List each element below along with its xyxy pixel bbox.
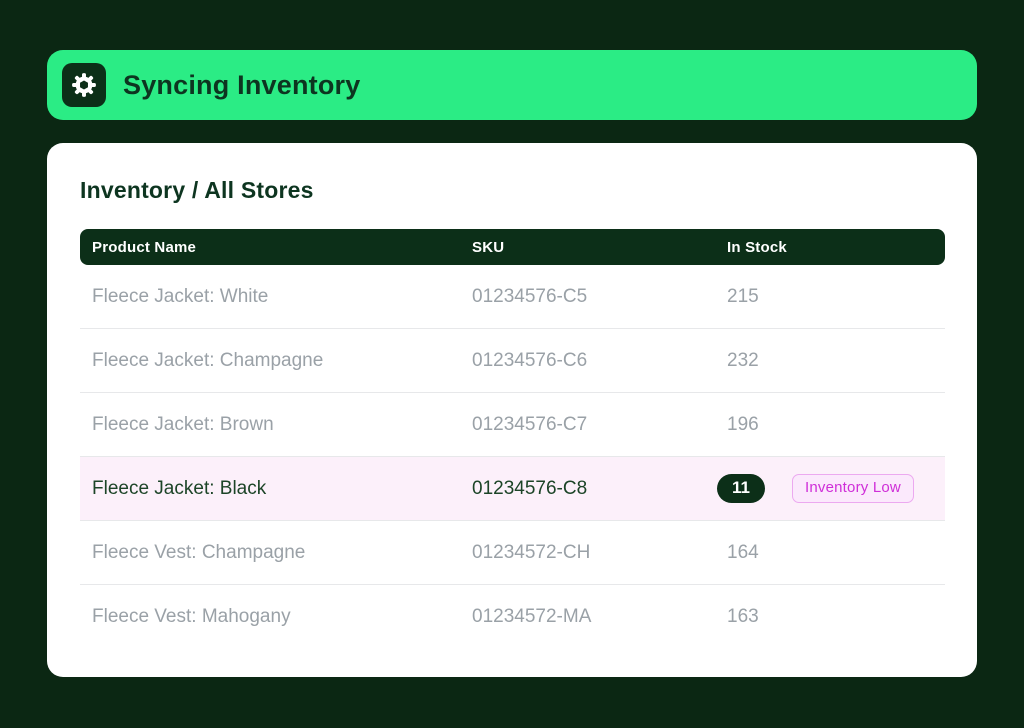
table-row[interactable]: Fleece Jacket: White 01234576-C5 215	[80, 265, 945, 329]
stock-value: 11	[717, 474, 765, 502]
sku-cell: 01234576-C6	[472, 350, 727, 372]
page-title: Inventory / All Stores	[80, 177, 945, 204]
table-row[interactable]: Fleece Jacket: Brown 01234576-C7 196	[80, 393, 945, 457]
sku-cell: 01234572-MA	[472, 606, 727, 628]
product-name-cell: Fleece Vest: Mahogany	[80, 606, 472, 628]
column-header-sku: SKU	[472, 239, 727, 256]
inventory-card: Inventory / All Stores Product Name SKU …	[47, 143, 977, 677]
page-background: Syncing Inventory Inventory / All Stores…	[0, 0, 1024, 728]
table-row[interactable]: Fleece Jacket: Black 01234576-C8 11 Inve…	[80, 457, 945, 521]
stock-cell: 196	[727, 414, 945, 436]
sku-cell: 01234572-CH	[472, 542, 727, 564]
table-body: Fleece Jacket: White 01234576-C5 215 Fle…	[80, 265, 945, 649]
stock-cell: 164	[727, 542, 945, 564]
gear-icon	[62, 63, 106, 107]
product-name-cell: Fleece Jacket: Black	[80, 478, 472, 500]
stock-cell: 232	[727, 350, 945, 372]
stock-cell: 11 Inventory Low	[727, 474, 945, 504]
column-header-stock: In Stock	[727, 239, 945, 256]
inventory-low-badge: Inventory Low	[792, 474, 914, 504]
sku-cell: 01234576-C8	[472, 478, 727, 500]
stock-cell: 215	[727, 286, 945, 308]
stock-value: 215	[727, 286, 759, 308]
stock-value: 196	[727, 414, 759, 436]
product-name-cell: Fleece Jacket: White	[80, 286, 472, 308]
sync-banner: Syncing Inventory	[47, 50, 977, 120]
table-row[interactable]: Fleece Vest: Mahogany 01234572-MA 163	[80, 585, 945, 649]
product-name-cell: Fleece Jacket: Champagne	[80, 350, 472, 372]
banner-title: Syncing Inventory	[123, 70, 360, 101]
table-header: Product Name SKU In Stock	[80, 229, 945, 265]
inventory-table: Product Name SKU In Stock Fleece Jacket:…	[80, 229, 945, 649]
stock-value: 164	[727, 542, 759, 564]
stock-value: 163	[727, 606, 759, 628]
stock-cell: 163	[727, 606, 945, 628]
stock-value: 232	[727, 350, 759, 372]
table-row[interactable]: Fleece Jacket: Champagne 01234576-C6 232	[80, 329, 945, 393]
column-header-product: Product Name	[80, 239, 472, 256]
product-name-cell: Fleece Jacket: Brown	[80, 414, 472, 436]
sku-cell: 01234576-C5	[472, 286, 727, 308]
table-row[interactable]: Fleece Vest: Champagne 01234572-CH 164	[80, 521, 945, 585]
product-name-cell: Fleece Vest: Champagne	[80, 542, 472, 564]
sku-cell: 01234576-C7	[472, 414, 727, 436]
